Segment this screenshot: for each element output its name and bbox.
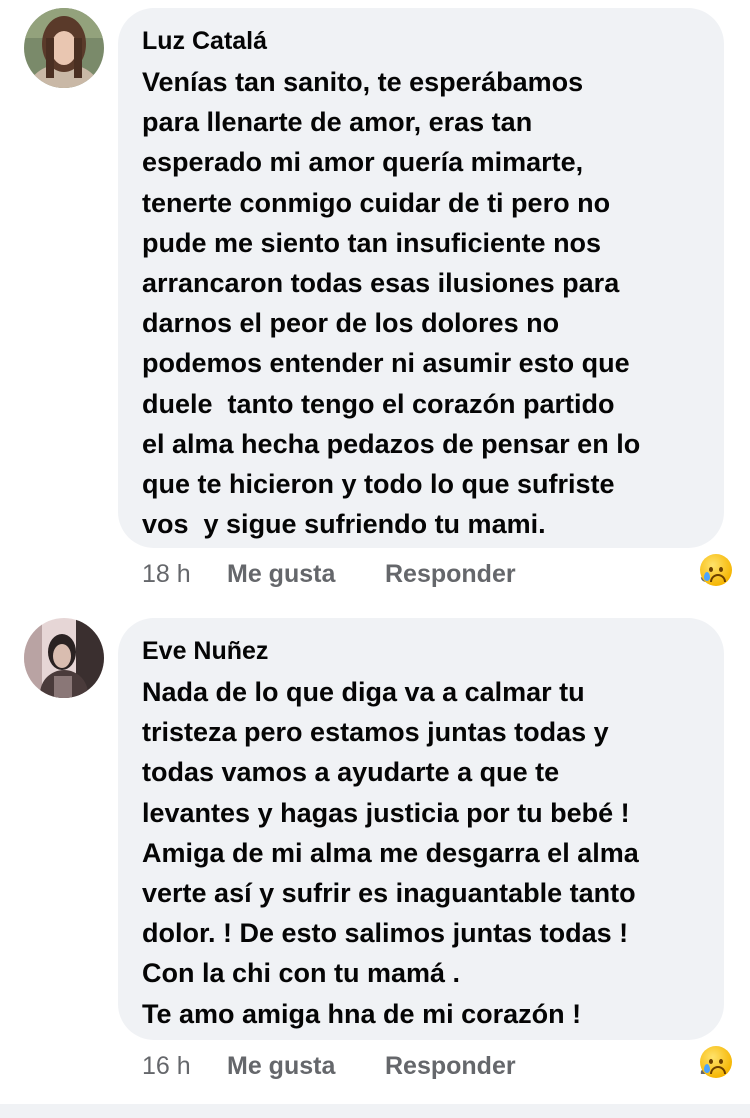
comment-timestamp[interactable]: 18 h <box>142 554 191 594</box>
comment-bubble: Luz Catalá Venías tan sanito, te esperáb… <box>118 8 724 548</box>
avatar-photo-icon <box>24 618 104 698</box>
crying-face-icon <box>700 1046 732 1078</box>
comment-author[interactable]: Eve Nuñez <box>142 636 700 666</box>
reply-button[interactable]: Responder <box>385 1046 516 1086</box>
crying-face-icon <box>700 554 732 586</box>
comment-bubble: Eve Nuñez Nada de lo que diga va a calma… <box>118 618 724 1040</box>
comment-actions: 16 h Me gusta Responder 2 <box>142 1046 732 1086</box>
reaction-summary[interactable]: 2 <box>700 1046 732 1080</box>
comment-text: Nada de lo que diga va a calmar tu trist… <box>142 677 639 1029</box>
comment-text: Venías tan sanito, te esperábamos para l… <box>142 67 641 540</box>
like-button[interactable]: Me gusta <box>227 554 335 594</box>
avatar-photo-icon <box>24 8 104 88</box>
bottom-divider <box>0 1104 750 1118</box>
comment-timestamp[interactable]: 16 h <box>142 1046 191 1086</box>
like-button[interactable]: Me gusta <box>227 1046 335 1086</box>
avatar[interactable] <box>24 618 104 698</box>
comment-actions: 18 h Me gusta Responder 5 <box>142 554 732 594</box>
reply-button[interactable]: Responder <box>385 554 516 594</box>
comment-author[interactable]: Luz Catalá <box>142 26 700 56</box>
avatar[interactable] <box>24 8 104 88</box>
reaction-summary[interactable]: 5 <box>700 554 732 588</box>
